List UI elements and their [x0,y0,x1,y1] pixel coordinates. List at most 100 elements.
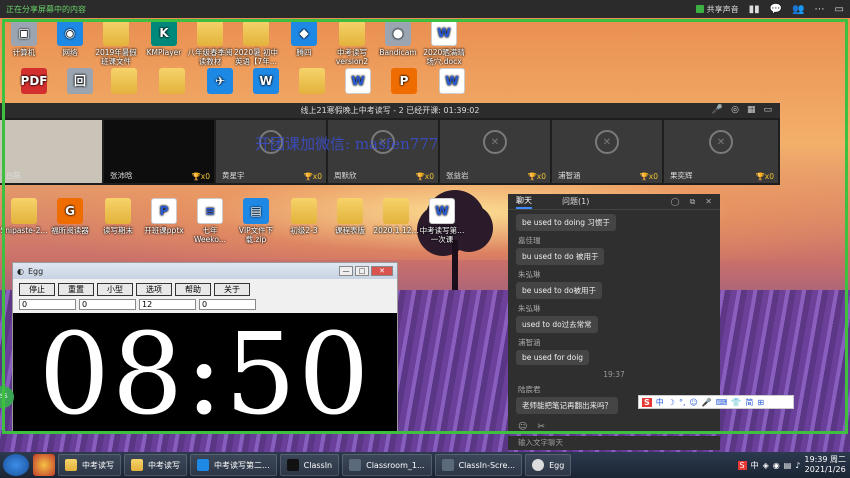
pinned-app-icon[interactable] [33,454,55,476]
folder-icon [383,198,409,224]
zip-icon [11,198,37,224]
seconds-spinner[interactable]: 12 [139,299,196,310]
video-tile[interactable]: 张沛晗 🏆x0 [104,120,214,183]
close-icon[interactable]: ✕ [705,197,712,207]
video-tile[interactable]: ✕ 果奕辉 🏆x0 [664,120,778,183]
taskbar-item[interactable]: 中考读写第二... [190,454,277,476]
folder-icon [105,198,131,224]
ppt-icon: P [391,68,417,94]
folder-icon [339,20,365,46]
video-tile[interactable]: ✕ 张益岩 🏆x0 [440,120,550,183]
desktop-icon-wps[interactable]: W [242,68,290,96]
chat-toolbar: ☺ ✂ [518,422,545,432]
desktop-icon-network[interactable]: ◉ 网络 [46,20,94,57]
collapse-icon[interactable]: ▭ [763,105,772,115]
classin-screen-icon [441,459,454,471]
extra-spinner[interactable]: 0 [199,299,256,310]
sogou-tray-icon[interactable]: S [737,460,747,470]
minimize-button[interactable]: — [339,266,353,276]
folder-icon [103,20,129,46]
desktop-icon-folder[interactable]: 中考读写version2 [328,20,376,66]
chat-message: be used for doig [516,350,590,365]
ime-tray-icon[interactable]: 中 [751,460,759,471]
popout-icon[interactable]: ⧉ [690,197,696,207]
chat-input[interactable]: 输入文字聊天 [508,436,720,450]
security-tray-icon[interactable]: ◉ [773,461,780,470]
desktop-icon-snipaste[interactable]: Snipaste-2... [0,198,48,235]
folder-icon [299,68,325,94]
video-tile[interactable]: ✕ 浦智涵 🏆x0 [552,120,662,183]
desktop-icon-ppt[interactable]: P [380,68,428,96]
desktop-icon-folder[interactable]: 初级2-3 [280,198,328,235]
hours-spinner[interactable]: 0 [19,299,76,310]
video-tile[interactable]: 白陈 [0,120,102,183]
desktop-icon-folder[interactable] [100,68,148,96]
desktop-icon-folder[interactable]: 读写期末 [94,198,142,235]
egg-app-icon: ◐ [17,266,24,276]
desktop-icon-recycle-bin[interactable]: 回 [56,68,104,96]
help-button[interactable]: 帮助 [175,283,211,296]
desktop-icon-bandicam[interactable]: ● Bandicam [374,20,422,57]
desktop-icon-foxit[interactable]: G 福昕阅读器 [46,198,94,235]
taskbar-item[interactable]: ClassIn-Scre... [434,454,523,476]
wallpaper-tree-trunk [452,240,458,290]
tab-chat[interactable]: 聊天 [516,195,532,209]
app-tray-icon[interactable]: ◈ [763,461,769,470]
network-tray-icon[interactable]: ▤ [784,461,792,470]
taskbar-item[interactable]: Egg [525,454,572,476]
desktop-icon-folder[interactable] [148,68,196,96]
about-button[interactable]: 关于 [214,283,250,296]
network-icon: ◉ [57,20,83,46]
start-button[interactable] [3,454,29,476]
bar-chart-icon[interactable]: ▮▮ [749,4,760,15]
egg-title-bar[interactable]: ◐ Egg — □ ✕ [13,263,397,279]
reset-button[interactable]: 重置 [58,283,94,296]
desktop-icon-doc[interactable]: ≡ 七年 Weeko... [186,198,234,244]
desktop-icon-word-doc[interactable]: W 中考读写第...一次课 [418,198,466,244]
desktop-icon-folder[interactable]: 课程表版 [326,198,374,235]
desktop-icon-computer[interactable]: ▣ 计算机 [0,20,48,57]
taskbar-item[interactable]: ClassIn [279,454,340,476]
options-button[interactable]: 选项 [136,283,172,296]
desktop-icon-folder[interactable]: 2020.1.12... [372,198,420,235]
taskbar-item[interactable]: 中考读写 [124,454,187,476]
desktop-icon-pdf[interactable]: PDF [10,68,58,96]
desktop-icon-word-doc[interactable]: W [428,68,476,96]
more-icon[interactable]: ⋯ [815,4,825,15]
minutes-spinner[interactable]: 0 [79,299,136,310]
desktop-icon-pptx[interactable]: P 开班课pptx [140,198,188,235]
desktop-icon-folder[interactable] [288,68,336,96]
close-button[interactable]: ✕ [371,266,393,276]
desktop-icon-folder[interactable]: 2020暑 初中英语【7年... [232,20,280,66]
chat-bubble-icon[interactable]: 💬 [770,4,782,15]
system-clock[interactable]: 19:39 周二 2021/1/26 [804,455,846,475]
users-icon[interactable]: 👥 [792,4,804,15]
recycle-bin-icon: 回 [67,68,93,94]
egg-toolbar: 停止 重置 小型 选项 帮助 关于 0 0 12 0 [13,279,397,313]
desktop-icon-app[interactable]: ✈ [196,68,244,96]
desktop-icon-folder[interactable]: 八年级春季阅读教材 [186,20,234,66]
tab-questions[interactable]: 问题(1) [562,196,589,207]
stop-button[interactable]: 停止 [19,283,55,296]
folder-icon [291,198,317,224]
taskbar-item[interactable]: Classroom_1... [342,454,432,476]
maximize-button[interactable]: □ [355,266,369,276]
minimize-icon[interactable]: ▭ [835,4,844,15]
desktop-icon-folder[interactable]: 2019年暑假班课文件 [92,20,140,66]
desktop-icon-kmplayer[interactable]: K KMPlayer [140,20,188,57]
desktop-icon-app[interactable]: ◆ 腾四 [280,20,328,57]
emoji-icon[interactable]: ☺ [518,422,527,432]
microphone-icon[interactable]: 🎤 [712,105,723,115]
scissors-icon[interactable]: ✂ [537,422,545,432]
desktop-icon-word-doc[interactable]: W 2020晒满晴场穴.docx [420,20,468,66]
compact-button[interactable]: 小型 [97,283,133,296]
camera-icon[interactable]: ◎ [731,105,739,115]
grid-view-icon[interactable]: ▦ [747,105,756,115]
taskbar-item[interactable]: 中考读写 [58,454,121,476]
volume-icon[interactable]: ♪ [795,461,800,470]
desktop-icon-word-doc[interactable]: W [334,68,382,96]
ime-toolbar[interactable]: S 中 ☽ °, ☺ 🎤 ⌨ 👕 简 ⊞ [638,395,794,409]
chat-bubble-icon[interactable]: ◯ [671,197,680,207]
share-sound-toggle[interactable]: 共享声音 [695,4,739,15]
desktop-icon-zip[interactable]: ▤ VIP文件下载.zip [232,198,280,244]
